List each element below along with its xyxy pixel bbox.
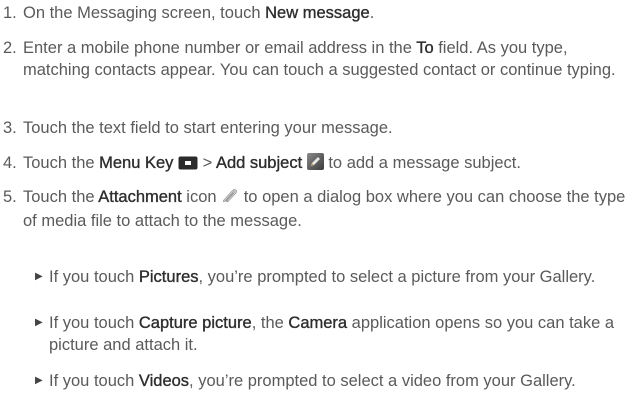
step-5: 5. Touch the Attachment icon to open a d… (3, 187, 626, 230)
step-number: 5. (3, 188, 17, 206)
videos-term: Videos (138, 372, 190, 390)
step-number: 3. (3, 119, 17, 137)
add-subject-term: Add subject (215, 154, 303, 172)
camera-term: Camera (288, 314, 348, 332)
step-2: 2. Enter a mobile phone number or email … (3, 39, 616, 79)
step-number: 1. (3, 4, 17, 22)
bullet-videos: ▶ If you touch Videos, you’re prompted t… (35, 372, 576, 390)
attachment-term: Attachment (98, 188, 182, 206)
to-field-term: To (416, 39, 434, 57)
step-number: 2. (3, 39, 17, 57)
bullet-triangle-icon: ▶ (35, 317, 43, 328)
menu-key-icon (178, 154, 198, 176)
capture-picture-term: Capture picture (138, 314, 252, 332)
bullet-triangle-icon: ▶ (35, 271, 43, 282)
paperclip-icon (221, 187, 239, 210)
menu-key-term: Menu Key (99, 154, 174, 172)
bullet-capture-picture: ▶ If you touch Capture picture, the Came… (35, 314, 615, 354)
step-3: 3. Touch the text field to start enterin… (3, 119, 393, 137)
bullet-pictures: ▶ If you touch Pictures, you’re prompted… (35, 268, 596, 286)
pictures-term: Pictures (138, 268, 199, 286)
step-1: 1. On the Messaging screen, touch New me… (3, 4, 375, 22)
step-number: 4. (3, 154, 17, 172)
new-message-term: New message (265, 4, 370, 22)
step-4: 4. Touch the Menu Key > Add subject to a… (3, 152, 635, 176)
pencil-icon (306, 153, 324, 176)
bullet-triangle-icon: ▶ (35, 375, 43, 386)
